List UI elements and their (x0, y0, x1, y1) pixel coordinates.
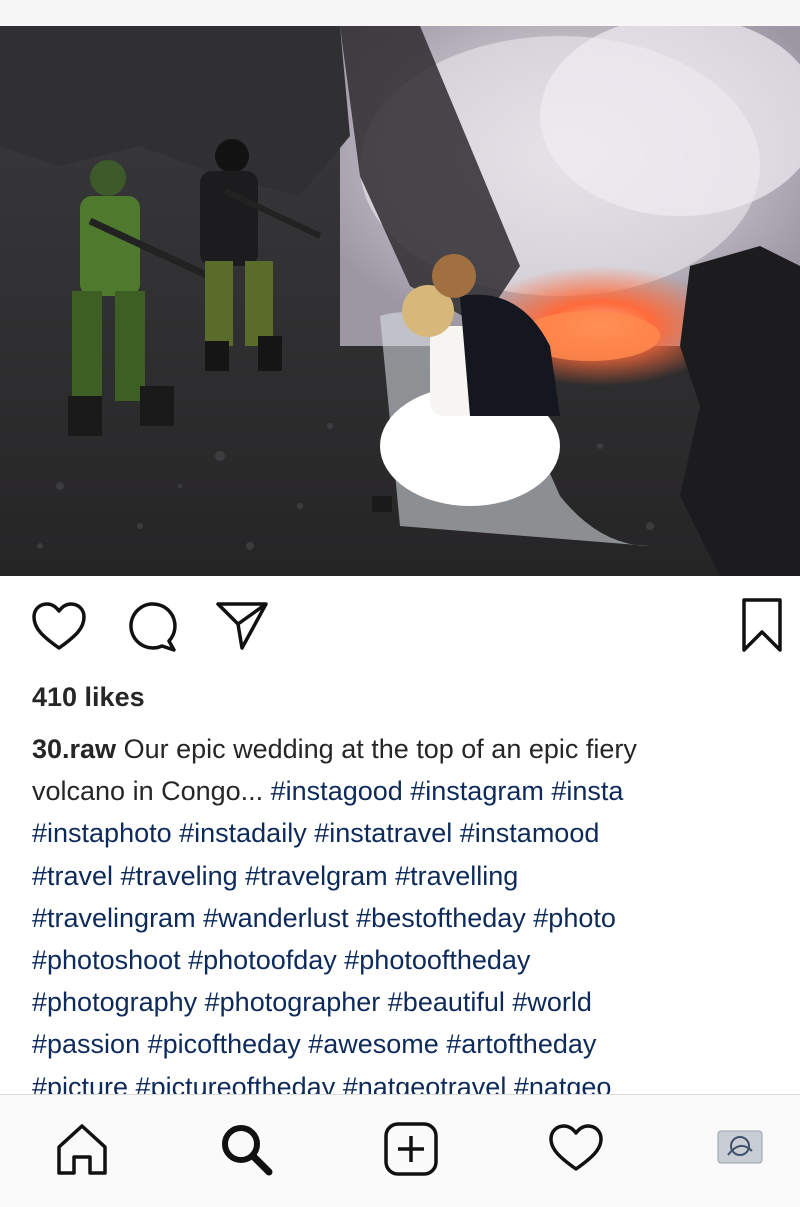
caption-hashtags[interactable]: #instagood #instagram #insta (271, 776, 624, 806)
likes-count[interactable]: 410 likes (32, 682, 145, 713)
comment-icon[interactable] (124, 598, 180, 656)
search-icon[interactable] (218, 1121, 274, 1177)
heart-icon[interactable] (30, 598, 88, 656)
caption-hashtags[interactable]: #photography #photographer #beautiful #w… (32, 987, 592, 1017)
caption-hashtags[interactable]: #passion #picoftheday #awesome #artofthe… (32, 1029, 596, 1059)
profile-avatar[interactable] (716, 1129, 764, 1165)
home-icon[interactable] (54, 1121, 110, 1177)
post-actions (0, 576, 800, 676)
status-strip (0, 0, 800, 26)
add-post-icon[interactable] (383, 1121, 439, 1177)
bottom-navigation (0, 1094, 800, 1207)
caption-hashtags[interactable]: #travel #traveling #travelgram #travelli… (32, 861, 518, 891)
caption-username[interactable]: 30.raw (32, 734, 116, 764)
activity-heart-icon[interactable] (547, 1121, 605, 1177)
post-caption: 30.raw Our epic wedding at the top of an… (32, 728, 772, 1094)
caption-hashtags[interactable]: #travelingram #wanderlust #bestoftheday … (32, 903, 616, 933)
caption-text-line: volcano in Congo... (32, 776, 271, 807)
send-icon[interactable] (214, 598, 270, 654)
caption-hashtags[interactable]: #picture #pictureoftheday #natgeotravel … (32, 1072, 611, 1094)
caption-text-line: Our epic wedding at the top of an epic f… (123, 734, 637, 764)
bookmark-icon[interactable] (740, 596, 784, 654)
caption-hashtags[interactable]: #instaphoto #instadaily #instatravel #in… (32, 818, 599, 848)
post-photo[interactable] (0, 26, 800, 576)
caption-hashtags[interactable]: #photoshoot #photoofday #photooftheday (32, 945, 530, 975)
